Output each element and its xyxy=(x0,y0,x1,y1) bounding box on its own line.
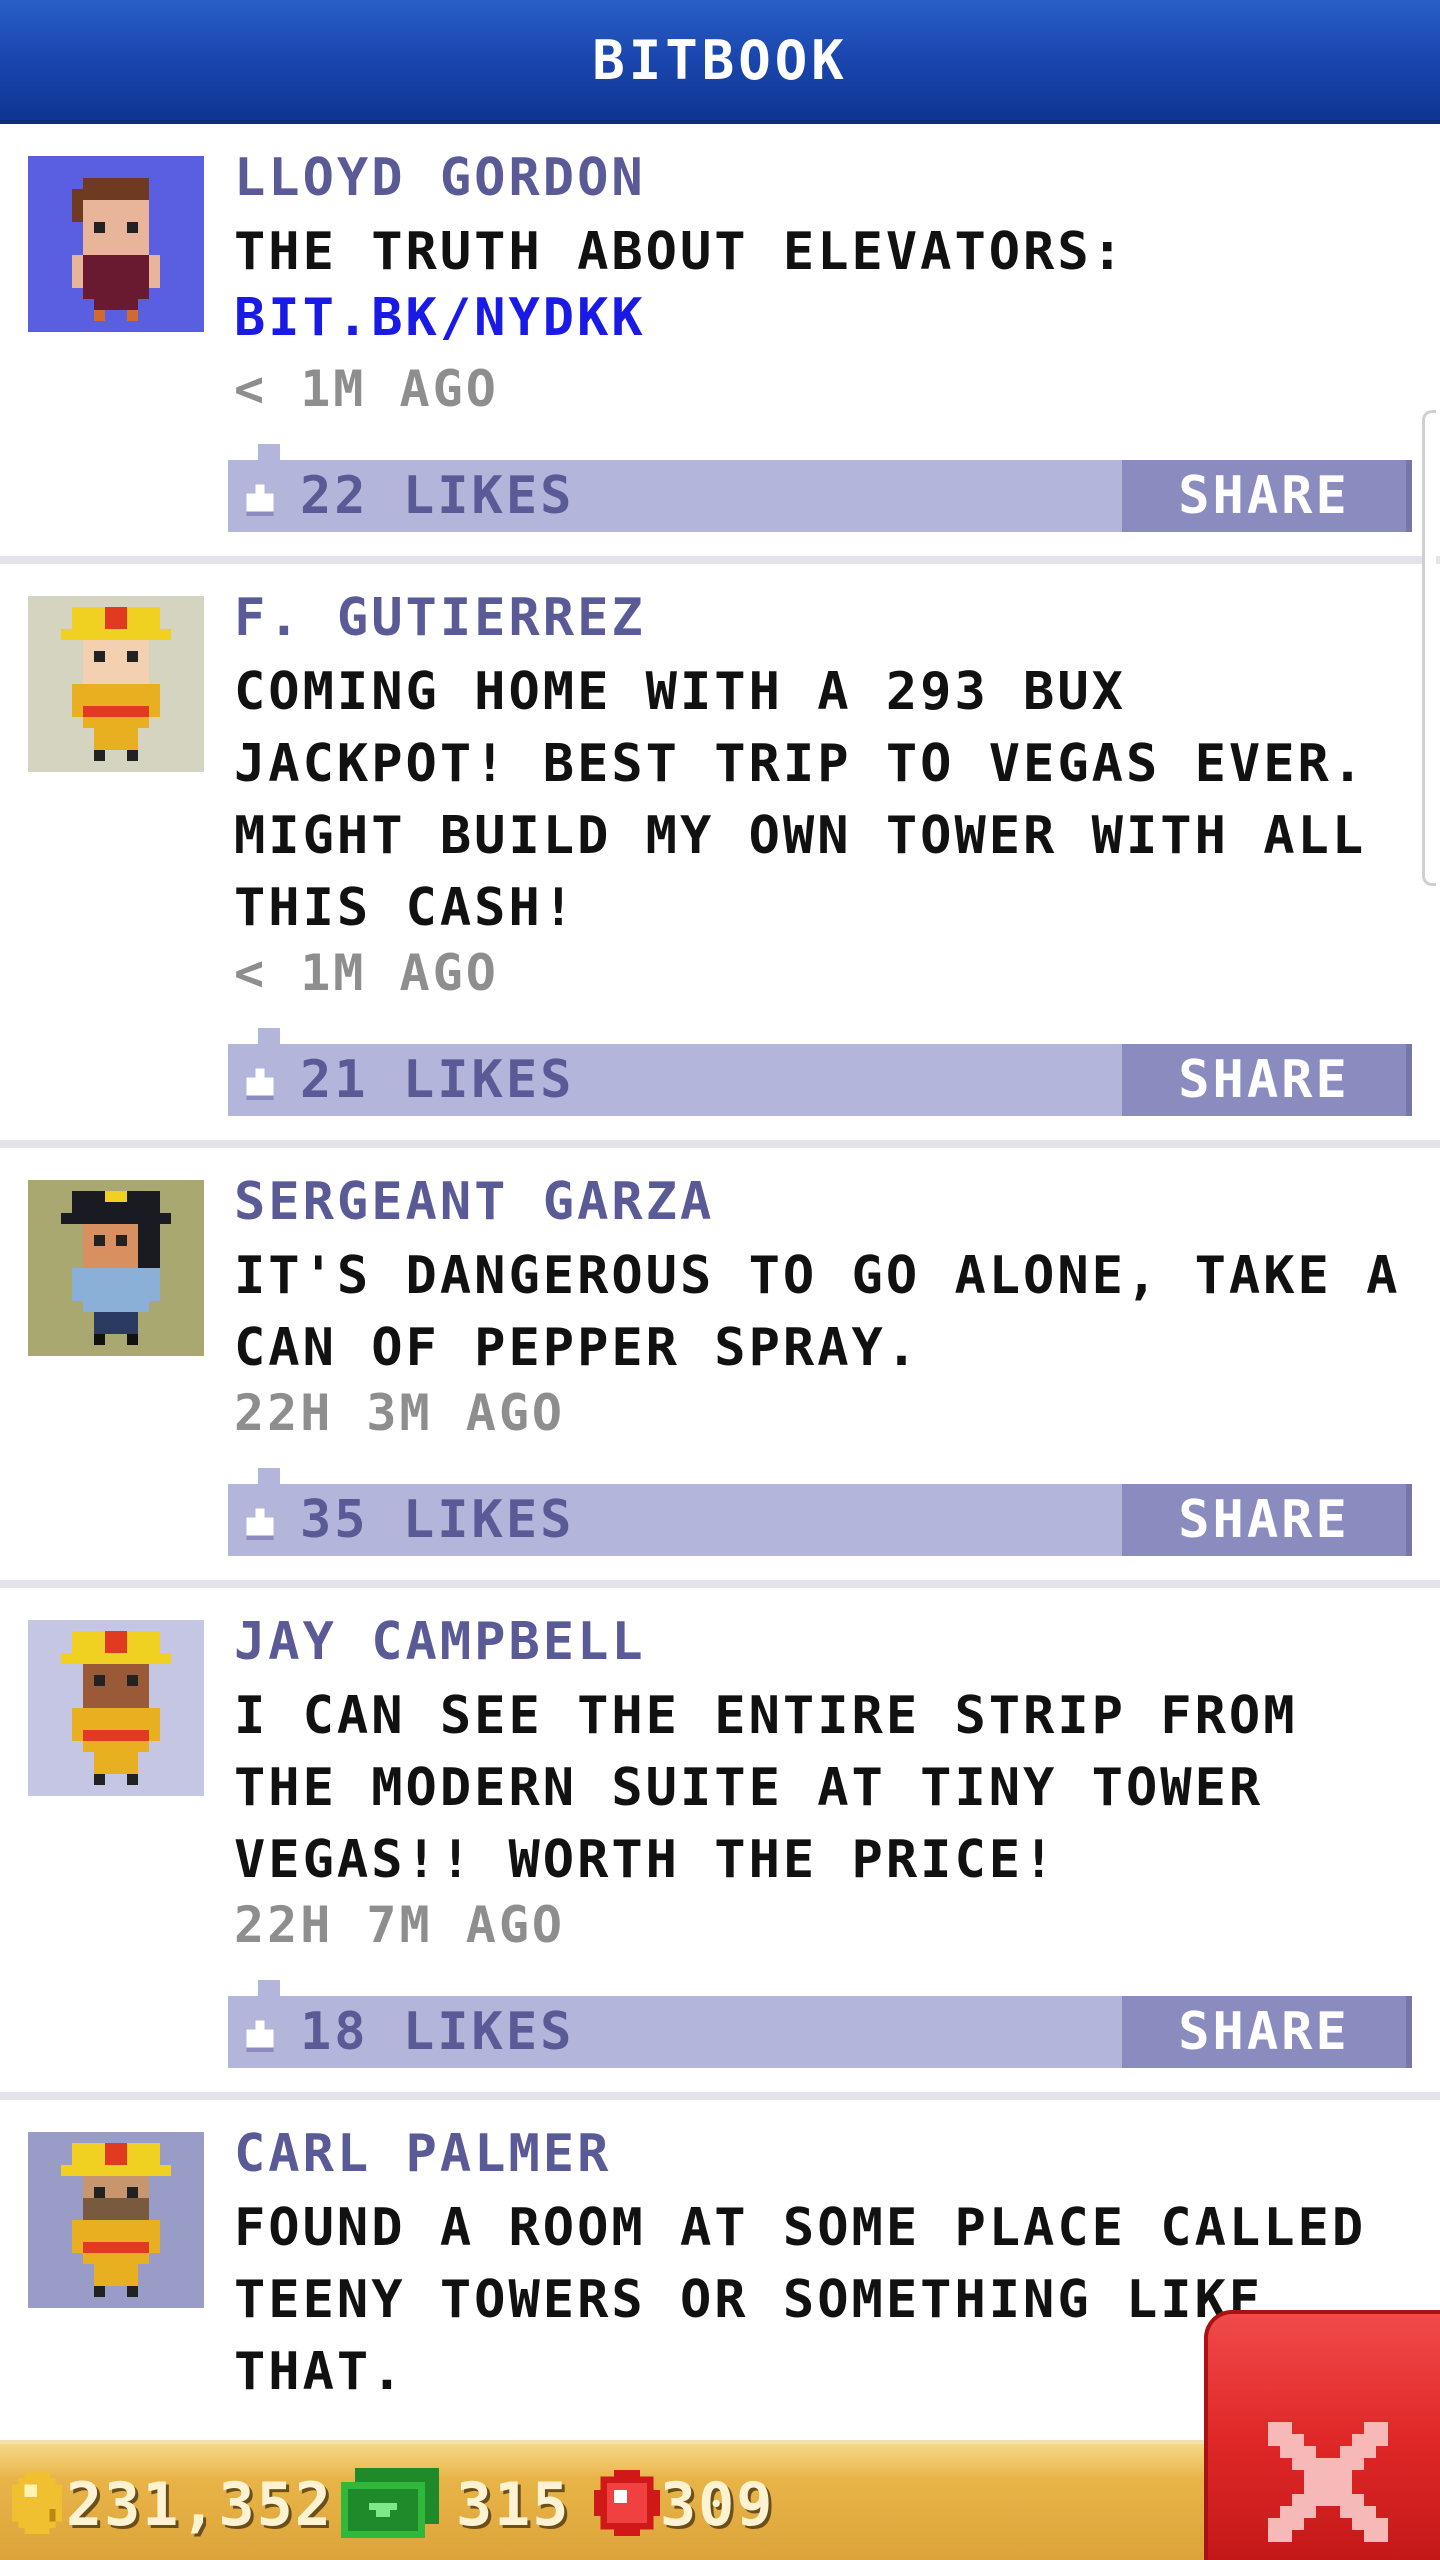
avatar[interactable] xyxy=(28,1620,204,1796)
share-button[interactable]: SHARE xyxy=(1122,1996,1412,2068)
post-time: < 1M AGO xyxy=(234,360,499,418)
coins-count: 231,352 xyxy=(66,2470,333,2540)
scrollbar[interactable] xyxy=(1422,410,1436,886)
bux-count: 315 xyxy=(456,2470,571,2540)
share-button[interactable]: SHARE xyxy=(1122,1484,1412,1556)
avatar[interactable] xyxy=(28,1180,204,1356)
like-bar[interactable]: 22 LIKES SHARE xyxy=(228,444,1412,532)
post-text: COMING HOME WITH A 293 BUX JACKPOT! BEST… xyxy=(234,662,1367,938)
post-text: THE TRUTH ABOUT ELEVATORS: xyxy=(234,222,1126,282)
avatar[interactable] xyxy=(28,2132,204,2308)
post-author[interactable]: JAY CAMPBELL xyxy=(234,1612,646,1672)
post: LLOYD GORDON THE TRUTH ABOUT ELEVATORS: … xyxy=(0,124,1440,564)
share-button[interactable]: SHARE xyxy=(1122,460,1412,532)
like-bar-tab xyxy=(258,1028,280,1044)
likes-count: 18 LIKES xyxy=(300,2002,575,2062)
like-bar[interactable]: 21 LIKES SHARE xyxy=(228,1028,1412,1116)
post-divider xyxy=(0,556,1440,564)
gem-icon xyxy=(594,2470,660,2536)
post: F. GUTIERREZ COMING HOME WITH A 293 BUX … xyxy=(0,564,1440,1148)
post-author[interactable]: CARL PALMER xyxy=(234,2124,611,2184)
post-divider xyxy=(0,2092,1440,2100)
like-bar[interactable]: 35 LIKES SHARE xyxy=(228,1468,1412,1556)
post-text: IT'S DANGEROUS TO GO ALONE, TAKE A CAN O… xyxy=(234,1246,1401,1378)
post-divider xyxy=(0,1140,1440,1148)
like-hand-icon xyxy=(242,2016,278,2052)
like-hand-icon xyxy=(242,1064,278,1100)
bitbook-screen: BITBOOK LLOYD GORDON THE TRUTH ABOUT ELE… xyxy=(0,0,1440,2560)
bux-icon xyxy=(340,2468,440,2538)
post: SERGEANT GARZA IT'S DANGEROUS TO GO ALON… xyxy=(0,1148,1440,1588)
post-author[interactable]: LLOYD GORDON xyxy=(234,148,646,208)
likes-count: 22 LIKES xyxy=(300,466,575,526)
close-button[interactable] xyxy=(1204,2310,1440,2560)
like-bar-tab xyxy=(258,1468,280,1484)
like-bar-tab xyxy=(258,1980,280,1996)
post-author[interactable]: F. GUTIERREZ xyxy=(234,588,646,648)
like-hand-icon xyxy=(242,1504,278,1540)
post-time: 22H 3M AGO xyxy=(234,1384,566,1442)
post-time: < 1M AGO xyxy=(234,944,499,1002)
post-divider xyxy=(0,1580,1440,1588)
like-bar[interactable]: 18 LIKES SHARE xyxy=(228,1980,1412,2068)
post-text: I CAN SEE THE ENTIRE STRIP FROM THE MODE… xyxy=(234,1686,1298,1890)
post-time: 22H 7M AGO xyxy=(234,1896,566,1954)
gems-count: 309 xyxy=(660,2470,775,2540)
page-title: BITBOOK xyxy=(592,28,848,92)
feed[interactable]: LLOYD GORDON THE TRUTH ABOUT ELEVATORS: … xyxy=(0,124,1440,2440)
likes-count: 21 LIKES xyxy=(300,1050,575,1110)
like-bar-tab xyxy=(258,444,280,460)
likes-count: 35 LIKES xyxy=(300,1490,575,1550)
post: JAY CAMPBELL I CAN SEE THE ENTIRE STRIP … xyxy=(0,1588,1440,2100)
avatar[interactable] xyxy=(28,596,204,772)
close-icon xyxy=(1268,2422,1388,2542)
share-button[interactable]: SHARE xyxy=(1122,1044,1412,1116)
header-bar: BITBOOK xyxy=(0,0,1440,124)
post-link[interactable]: BIT.BK/NYDKK xyxy=(234,288,646,348)
avatar[interactable] xyxy=(28,156,204,332)
coin-icon xyxy=(6,2472,68,2534)
post-author[interactable]: SERGEANT GARZA xyxy=(234,1172,714,1232)
like-hand-icon xyxy=(242,480,278,516)
